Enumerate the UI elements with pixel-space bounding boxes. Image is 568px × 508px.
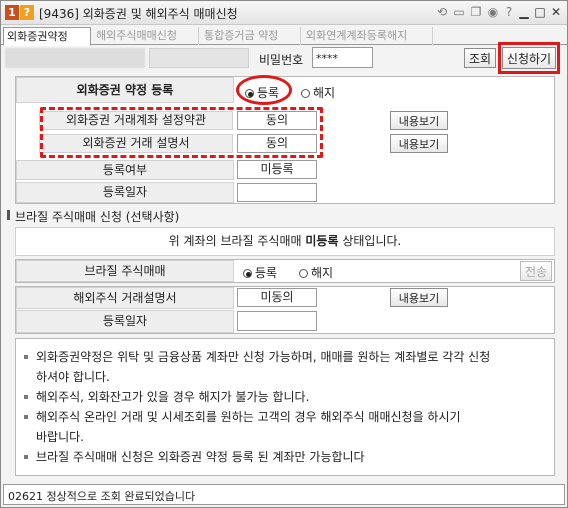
notice-item: 외화증권약정은 위탁 및 금융상품 계좌만 신청 가능하며, 매매를 원하는 계…: [24, 347, 546, 367]
status-bar: 02621 정상적으로 조회 완료되었습니다: [3, 484, 565, 505]
brazil-status-message: 위 계좌의 브라질 주식매매 미등록 상태입니다.: [15, 227, 555, 256]
register-radio-highlight: [236, 75, 292, 105]
notice-item: 브라질 주식매매 신청은 외화증권 약정 등록 된 계좌만 가능합니다: [24, 447, 546, 467]
brazil-register-label: 등록: [255, 266, 278, 280]
copy-icon[interactable]: ❐: [468, 4, 484, 21]
registration-date-label: 등록일자: [16, 182, 234, 203]
minimize-icon[interactable]: ▁: [516, 4, 532, 21]
query-button[interactable]: 조회: [464, 48, 496, 68]
notice-item: 해외주식, 외화잔고가 있을 경우 해지가 불가능 합니다.: [24, 387, 546, 407]
overseas-manual-view-button[interactable]: 내용보기: [390, 288, 448, 307]
notice-item: 해외주식 온라인 거래 및 시세조회를 원하는 고객의 경우 해외주식 매매신청…: [24, 407, 546, 427]
password-input[interactable]: ****: [312, 47, 373, 68]
trade-manual-view-button[interactable]: 내용보기: [390, 134, 448, 153]
account-name-field: [149, 48, 249, 68]
brazil-cancel-label: 해지: [311, 266, 334, 280]
password-label: 비밀번호: [259, 53, 304, 67]
app-window: 1 ? [9436] 외화증권 및 해외주식 매매신청 ⟲ ▭ ❐ ◉ ? ▁ …: [0, 0, 568, 508]
agreement-rows-highlight: [40, 107, 323, 158]
memo-icon[interactable]: ▭: [451, 4, 467, 21]
section-marker: [7, 210, 10, 220]
notice-item-continuation: 하셔야 합니다.: [36, 370, 110, 384]
close-icon[interactable]: ✕: [548, 4, 564, 21]
brazil-msg-suffix: 상태입니다.: [342, 234, 402, 248]
title-bar: 1 ? [9436] 외화증권 및 해외주식 매매신청 ⟲ ▭ ❐ ◉ ? ▁ …: [1, 1, 567, 25]
link-icon[interactable]: ⟲: [434, 4, 450, 21]
tab-bar: 외화증권약정 해외주식매매신청 통합증거금 약정 외화연계계좌등록해지: [1, 26, 567, 46]
cancel-radio[interactable]: [301, 89, 310, 98]
cancel-radio-label: 해지: [313, 86, 336, 100]
brazil-register-option[interactable]: 등록: [243, 264, 277, 281]
brazil-cancel-radio[interactable]: [299, 269, 308, 278]
overseas-manual-label: 해외주식 거래설명서: [16, 287, 234, 309]
tab-fx-linked-account[interactable]: 외화연계계좌등록해지: [303, 27, 433, 45]
tab-fx-securities-agreement[interactable]: 외화증권약정: [3, 27, 91, 46]
brazil-msg-status: 미등록: [305, 234, 339, 248]
camera-icon[interactable]: ◉: [485, 4, 501, 21]
apply-button[interactable]: 신청하기: [502, 47, 556, 69]
tab-overseas-stock-trading[interactable]: 해외주식매매신청: [93, 27, 199, 45]
agreement-cancel-option[interactable]: 해지: [301, 84, 335, 101]
help-icon[interactable]: ?: [501, 4, 517, 21]
notice-item-continuation: 바랍니다.: [36, 430, 84, 444]
brazil-date-value: [237, 311, 317, 331]
send-button[interactable]: 전송: [520, 261, 552, 281]
tab-integrated-margin[interactable]: 통합증거금 약정: [201, 27, 301, 45]
account-number-input[interactable]: [5, 48, 145, 68]
brazil-register-radio[interactable]: [243, 269, 252, 278]
maximize-icon[interactable]: □: [532, 4, 548, 21]
agreement-header: 외화증권 약정 등록: [16, 77, 234, 103]
screen-number-badge: 1: [5, 5, 19, 20]
overseas-manual-value: 미동의: [237, 288, 317, 307]
account-terms-view-button[interactable]: 내용보기: [390, 111, 448, 130]
window-title: [9436] 외화증권 및 해외주식 매매신청: [39, 7, 238, 21]
brazil-msg-prefix: 위 계좌의 브라질 주식매매: [168, 234, 302, 248]
brazil-section-title: 브라질 주식매매 신청 (선택사항): [15, 210, 180, 224]
brazil-date-label: 등록일자: [16, 310, 234, 333]
help-badge[interactable]: ?: [20, 5, 34, 20]
brazil-trade-label: 브라질 주식매매: [16, 260, 234, 282]
registration-status-label: 등록여부: [16, 160, 234, 180]
notice-box: 외화증권약정은 위탁 및 금융상품 계좌만 신청 가능하며, 매매를 원하는 계…: [15, 338, 555, 476]
brazil-cancel-option[interactable]: 해지: [299, 264, 333, 281]
registration-date-value: [237, 183, 317, 202]
registration-status-value: 미등록: [237, 160, 317, 179]
